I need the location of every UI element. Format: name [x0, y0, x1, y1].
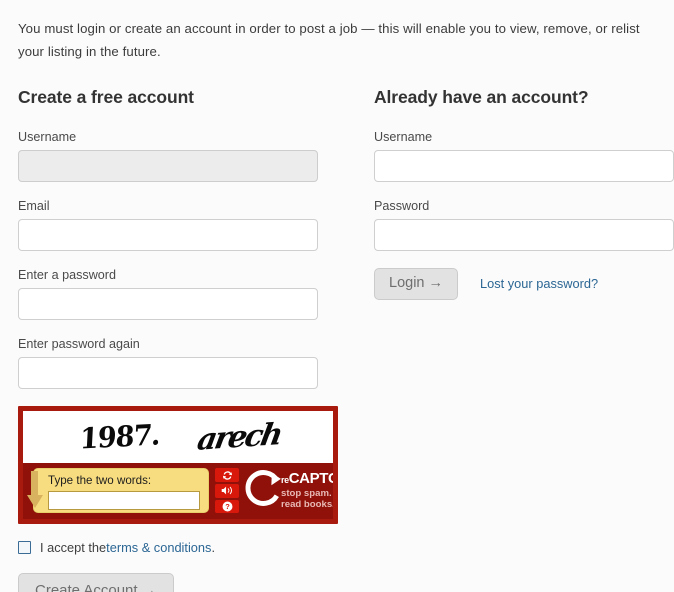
- login-actions-row: Login → Lost your password?: [374, 268, 674, 300]
- field-password-signup: Enter a password: [18, 268, 354, 321]
- recaptcha-logo-icon: [245, 468, 285, 513]
- create-account-title: Create a free account: [18, 87, 194, 108]
- recaptcha-challenge-image: 1987. arech: [23, 411, 333, 464]
- login-column: Already have an account? Username Passwo…: [374, 87, 674, 592]
- signup-login-page: You must login or create an account in o…: [0, 13, 674, 592]
- terms-acceptance-row: I accept the terms & conditions .: [18, 540, 354, 555]
- recaptcha-audio-button[interactable]: [215, 483, 239, 498]
- password-login-input[interactable]: [374, 219, 674, 252]
- label-password-signup: Enter a password: [18, 268, 117, 283]
- recaptcha-prompt-label: Type the two words:: [48, 474, 152, 488]
- password-signup-input[interactable]: [18, 288, 318, 321]
- terms-prefix-text: I accept the: [40, 540, 107, 556]
- recaptcha-controls: ?: [215, 468, 239, 514]
- label-password-confirm-signup: Enter password again: [18, 337, 140, 352]
- recaptcha-help-button[interactable]: ?: [215, 499, 239, 514]
- svg-text:?: ?: [225, 502, 230, 511]
- forms-columns: Create a free account Username Email Ent…: [18, 87, 674, 592]
- label-username-login: Username: [374, 130, 433, 145]
- field-password-login: Password: [374, 199, 674, 252]
- arrow-down-icon: [27, 468, 45, 513]
- terms-and-conditions-link[interactable]: terms & conditions: [106, 540, 211, 555]
- recaptcha-brand-prefix: re: [281, 475, 289, 486]
- field-username-signup: Username: [18, 130, 354, 183]
- field-password-confirm-signup: Enter password again: [18, 337, 354, 390]
- help-icon: ?: [222, 501, 233, 512]
- password-confirm-signup-input[interactable]: [18, 357, 318, 390]
- login-button[interactable]: Login →: [374, 268, 459, 300]
- recaptcha-word-1: 1987.: [79, 418, 161, 456]
- lost-password-link[interactable]: Lost your password?: [480, 276, 598, 291]
- create-account-button[interactable]: Create Account →: [18, 573, 174, 592]
- recaptcha-tagline-line-2: read books.: [281, 499, 335, 511]
- label-username-signup: Username: [18, 130, 77, 145]
- recaptcha-bottom-bar: Type the two words: ? reCAPTC stop spam.…: [23, 463, 333, 520]
- field-username-login: Username: [374, 130, 674, 183]
- terms-suffix-text: .: [211, 540, 215, 556]
- username-login-input[interactable]: [374, 150, 674, 183]
- create-account-column: Create a free account Username Email Ent…: [18, 87, 354, 592]
- login-title: Already have an account?: [374, 87, 589, 108]
- recaptcha-entry-panel: Type the two words:: [33, 468, 209, 514]
- recaptcha-brand-main: CAPTCHA: [288, 470, 338, 488]
- recaptcha-branding: reCAPTCHA™ stop spam. read books.: [245, 468, 338, 513]
- label-password-login: Password: [374, 199, 430, 214]
- username-signup-input[interactable]: [18, 150, 318, 183]
- recaptcha-response-input[interactable]: [48, 491, 200, 511]
- intro-paragraph: You must login or create an account in o…: [18, 21, 640, 60]
- email-signup-input[interactable]: [18, 219, 318, 252]
- recaptcha-refresh-button[interactable]: [215, 468, 239, 482]
- field-email-signup: Email: [18, 199, 354, 252]
- recaptcha-tagline-line-1: stop spam.: [281, 488, 332, 500]
- refresh-icon: [222, 470, 233, 481]
- recaptcha-word-2: arech: [194, 417, 284, 458]
- audio-icon: [221, 485, 234, 496]
- terms-checkbox[interactable]: [18, 541, 31, 555]
- recaptcha-widget: 1987. arech Type the two words: ? reCAPT…: [18, 406, 338, 525]
- label-email-signup: Email: [18, 199, 50, 214]
